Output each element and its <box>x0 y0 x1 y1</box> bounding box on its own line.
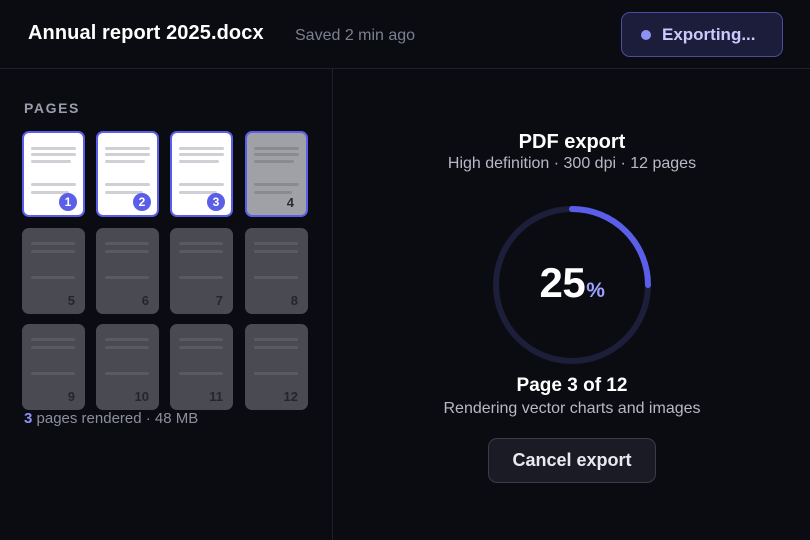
page-thumbnail-5[interactable]: 5 <box>22 228 85 314</box>
thumbnail-text-line <box>179 160 219 163</box>
thumbnail-text-line <box>179 153 224 156</box>
page-progress: Page 3 of 12 <box>516 375 628 396</box>
thumbnail-text-line <box>31 276 75 279</box>
page-thumbnail-4[interactable]: 4 <box>245 131 308 217</box>
thumbnail-text-line <box>105 250 149 253</box>
thumbnail-text-line <box>179 338 223 341</box>
thumbnail-text-line <box>105 242 149 245</box>
thumbnail-text-line <box>254 242 298 245</box>
thumbnail-text-line <box>254 183 299 186</box>
document-title: Annual report 2025.docx <box>28 22 264 44</box>
export-title: PDF export <box>518 131 626 153</box>
pages-sidebar: PAGES 1 2 3 4 5 6 7 8 9 10 11 12 3 pages rendered ·… <box>0 69 333 540</box>
progress-percent: 25% <box>334 259 810 307</box>
page-number-badge: 1 <box>59 193 77 211</box>
thumbnail-text-line <box>254 153 299 156</box>
thumbnail-text-line <box>31 242 75 245</box>
thumbnail-text-line <box>254 250 298 253</box>
page-thumbnail-12[interactable]: 12 <box>245 324 308 410</box>
thumbnail-text-line <box>31 346 75 349</box>
page-number: 7 <box>215 293 223 308</box>
thumbnail-text-line <box>105 147 150 150</box>
thumbnail-text-line <box>254 372 298 375</box>
page-number: 11 <box>209 389 223 404</box>
page-number: 6 <box>141 293 149 308</box>
thumbnail-text-line <box>31 183 76 186</box>
exporting-button-label: Exporting... <box>662 24 756 44</box>
page-number: 10 <box>134 389 149 404</box>
thumbnail-text-line <box>105 183 150 186</box>
thumbnail-text-line <box>179 372 223 375</box>
cancel-export-button[interactable]: Cancel export <box>488 438 656 483</box>
thumbnail-text-line <box>31 250 75 253</box>
pages-heading: PAGES <box>24 100 80 116</box>
page-number: 9 <box>67 389 75 404</box>
page-thumbnail-1[interactable]: 1 <box>22 131 85 217</box>
thumbnail-text-line <box>254 276 298 279</box>
thumbnail-text-line <box>105 372 149 375</box>
thumbnail-text-line <box>254 191 292 194</box>
page-number: 8 <box>290 293 298 308</box>
thumbnail-text-line <box>254 346 298 349</box>
thumbnail-text-line <box>105 160 145 163</box>
page-thumbnail-3[interactable]: 3 <box>170 131 233 217</box>
thumbnail-text-line <box>179 346 223 349</box>
page-thumbnail-8[interactable]: 8 <box>245 228 308 314</box>
progress-percent-value: 25 <box>539 259 586 306</box>
page-thumbnail-6[interactable]: 6 <box>96 228 159 314</box>
thumbnail-text-line <box>179 242 223 245</box>
thumbnail-text-line <box>105 346 149 349</box>
page-number: 4 <box>286 195 294 210</box>
export-panel: PDF export High definition · 300 dpi · 1… <box>334 69 810 540</box>
thumbnail-text-line <box>31 372 75 375</box>
thumbnail-text-line <box>254 338 298 341</box>
render-summary: 3 pages rendered · 48 MB <box>24 410 198 427</box>
page-thumbnail-11[interactable]: 11 <box>170 324 233 410</box>
thumbnail-text-line <box>179 250 223 253</box>
thumbnail-text-line <box>31 153 76 156</box>
page-thumbnail-2[interactable]: 2 <box>96 131 159 217</box>
thumbnail-text-line <box>31 160 71 163</box>
thumbnail-text-line <box>31 338 75 341</box>
page-thumbnail-7[interactable]: 7 <box>170 228 233 314</box>
thumbnail-text-line <box>31 147 76 150</box>
app-header: Annual report 2025.docx Saved 2 min ago … <box>0 0 810 69</box>
thumbnail-text-line <box>105 153 150 156</box>
thumbnail-text-line <box>105 338 149 341</box>
page-thumbnail-10[interactable]: 10 <box>96 324 159 410</box>
thumbnail-text-line <box>179 276 223 279</box>
thumbnail-text-line <box>105 276 149 279</box>
thumbnail-text-line <box>254 160 294 163</box>
thumbnail-text-line <box>179 147 224 150</box>
page-number-badge: 2 <box>133 193 151 211</box>
page-thumbnail-9[interactable]: 9 <box>22 324 85 410</box>
page-number-badge: 3 <box>207 193 225 211</box>
thumbnail-text-line <box>179 183 224 186</box>
render-summary-text: pages rendered · 48 MB <box>32 410 199 427</box>
thumbnail-text-line <box>254 147 299 150</box>
percent-sign: % <box>586 279 605 302</box>
saved-status: Saved 2 min ago <box>295 27 416 44</box>
status-dot-icon <box>641 29 651 40</box>
export-settings: High definition · 300 dpi · 12 pages <box>447 155 697 172</box>
page-number: 5 <box>67 293 75 308</box>
exporting-button[interactable]: Exporting... <box>621 12 783 57</box>
page-number: 12 <box>283 389 298 404</box>
render-detail: Rendering vector charts and images <box>443 400 701 417</box>
